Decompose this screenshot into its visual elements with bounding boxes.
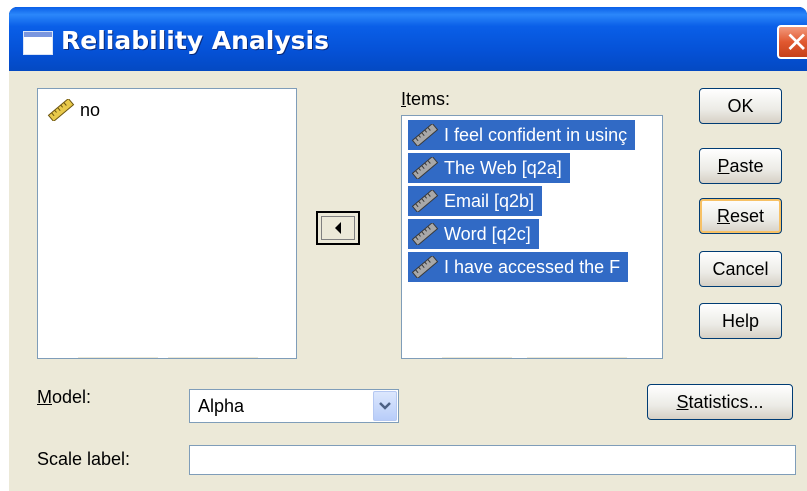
source-item-label: no [80,99,101,120]
help-button[interactable]: Help [699,303,782,339]
list-edge [442,357,512,358]
source-list-item[interactable]: no [44,95,100,125]
ruler-icon [408,187,442,215]
items-list-item[interactable]: I have accessed the F [408,252,629,282]
model-label: Model: [37,387,92,407]
close-button[interactable]: ✕ [777,25,807,59]
source-variable-list[interactable]: no [37,88,297,359]
statistics-button[interactable]: Statistics... [647,384,793,420]
cancel-button[interactable]: Cancel [699,251,782,287]
title-bar[interactable]: Reliability Analysis ✕ [9,7,807,71]
items-list-item[interactable]: Word [q2c] [408,219,539,249]
arrow-button-face [321,216,355,240]
ruler-icon [408,154,442,182]
items-label: Items: [401,89,451,109]
window-title: Reliability Analysis [61,26,329,55]
model-select[interactable]: Alpha [189,389,399,423]
ruler-icon [44,96,78,124]
list-edge [527,357,627,358]
list-edge [78,357,158,358]
model-value: Alpha [198,396,245,416]
items-list[interactable]: I feel confident in usinç The Web [q2a] … [401,115,663,359]
arrow-left-icon [335,222,341,234]
dialog-body: no Items: I feel confident in usinç The … [9,71,807,491]
item-label: Email [q2b] [444,190,535,211]
items-list-item[interactable]: I feel confident in usinç [408,120,636,150]
chevron-down-icon [379,402,391,410]
close-icon: ✕ [785,26,807,59]
ruler-icon [408,253,442,281]
paste-button[interactable]: Paste [699,148,782,184]
ruler-icon [408,121,442,149]
window-icon [23,31,53,55]
item-label: I feel confident in usinç [444,124,628,145]
scale-label-input[interactable] [189,445,796,475]
scale-label-label: Scale label: [37,449,131,469]
reset-button[interactable]: Reset [699,198,782,234]
move-left-button[interactable] [316,211,360,245]
items-list-item[interactable]: The Web [q2a] [408,153,570,183]
list-edge [168,357,258,358]
ok-button[interactable]: OK [699,88,782,124]
item-label: I have accessed the F [444,256,621,277]
items-list-item[interactable]: Email [q2b] [408,186,543,216]
ruler-icon [408,220,442,248]
item-label: The Web [q2a] [444,157,562,178]
dropdown-button[interactable] [373,391,397,421]
item-label: Word [q2c] [444,223,531,244]
